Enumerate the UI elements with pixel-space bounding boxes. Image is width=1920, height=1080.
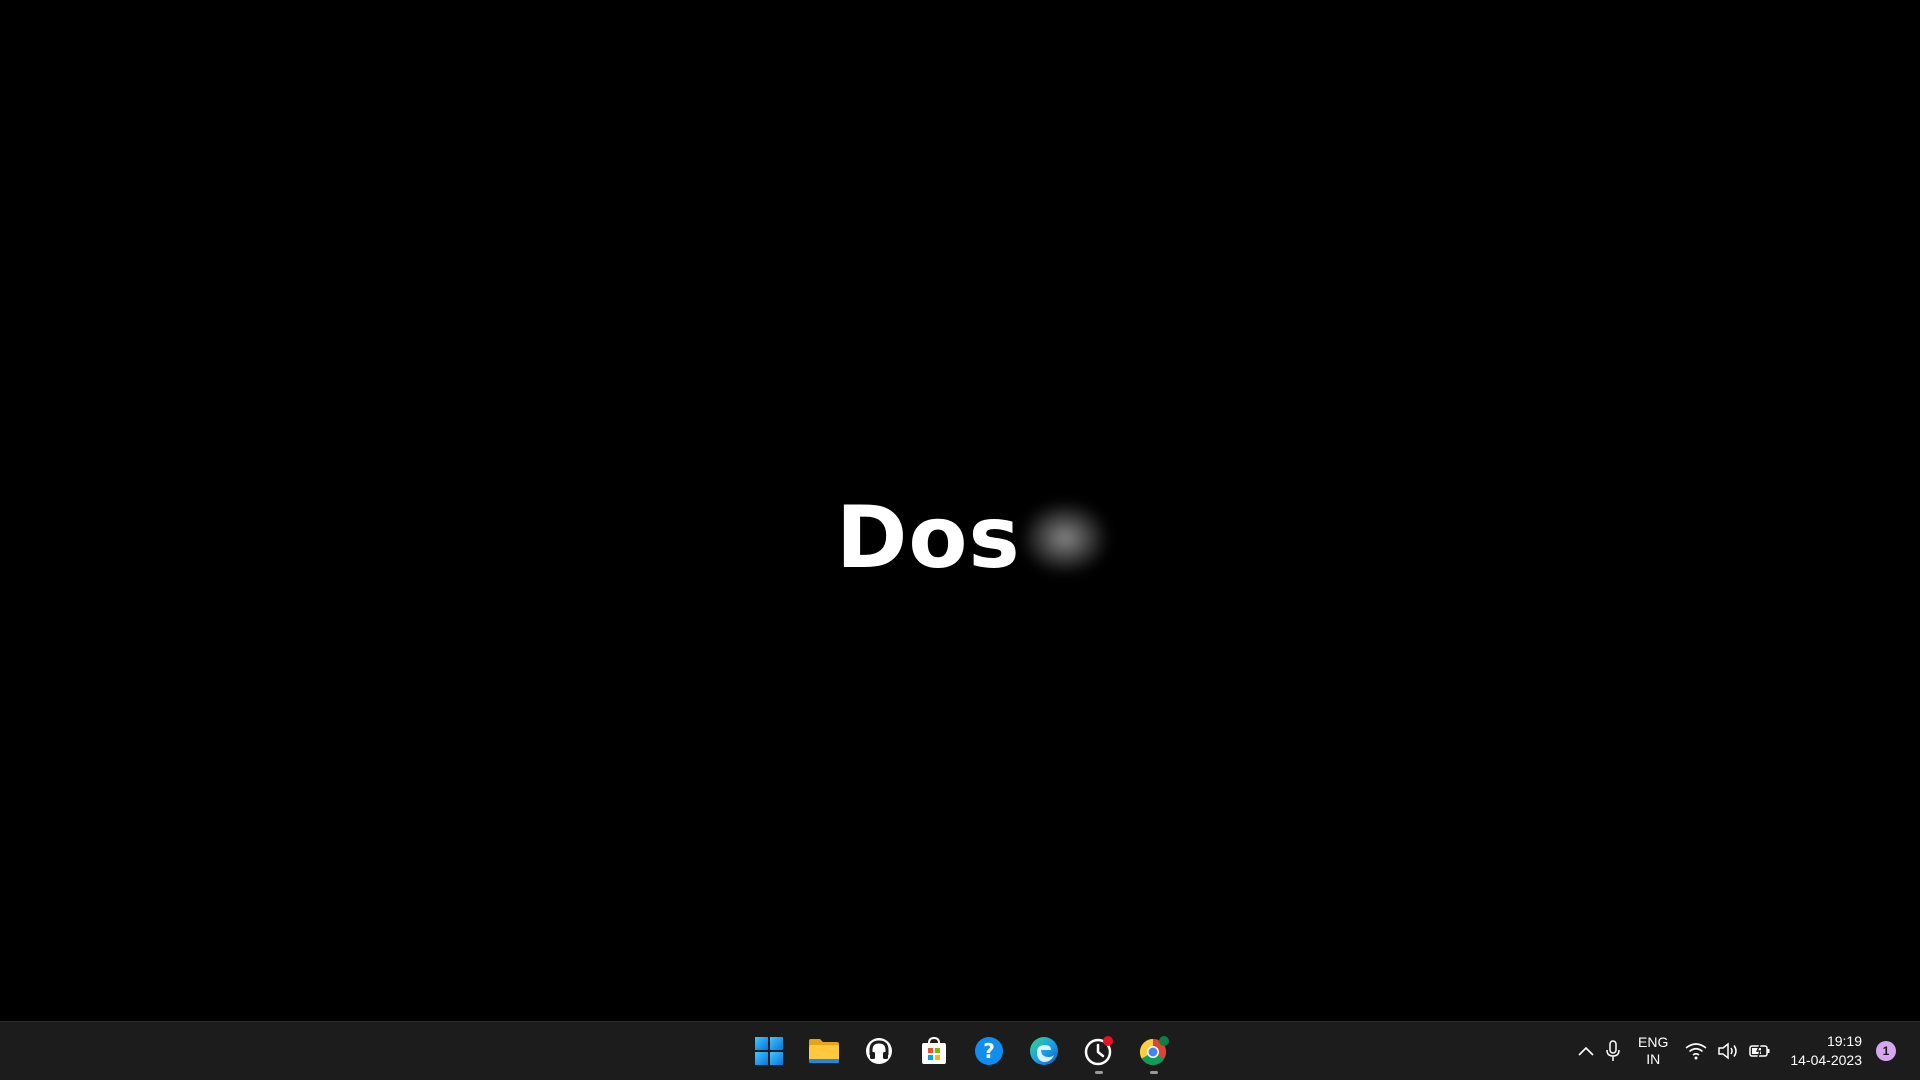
- volume-button[interactable]: [1717, 1031, 1739, 1071]
- chrome-button[interactable]: [1130, 1027, 1178, 1075]
- folder-icon: [809, 1039, 839, 1063]
- microphone-button[interactable]: [1605, 1031, 1621, 1071]
- chevron-up-icon: [1578, 1046, 1594, 1056]
- battery-charging-icon: [1749, 1044, 1770, 1058]
- file-explorer-button[interactable]: [800, 1027, 848, 1075]
- language-code: ENG: [1638, 1034, 1669, 1050]
- region-code: IN: [1646, 1051, 1661, 1067]
- notification-center-badge[interactable]: 1: [1876, 1041, 1896, 1061]
- show-hidden-icons-button[interactable]: [1577, 1031, 1595, 1071]
- svg-text:?: ?: [983, 1039, 995, 1063]
- input-language-button[interactable]: ENG IN: [1638, 1031, 1668, 1071]
- splash-animation-text: Dos: [836, 488, 1107, 588]
- edge-button[interactable]: [1020, 1027, 1068, 1075]
- battery-button[interactable]: [1749, 1031, 1771, 1071]
- clock-app-button[interactable]: [1075, 1027, 1123, 1075]
- get-help-button[interactable]: ?: [965, 1027, 1013, 1075]
- windows-logo-icon: [755, 1037, 783, 1065]
- microphone-icon: [1606, 1040, 1620, 1061]
- clock-app-icon: [1084, 1036, 1113, 1066]
- start-button[interactable]: [745, 1027, 793, 1075]
- taskbar-apps: ?: [745, 1022, 1178, 1080]
- headset-icon: [866, 1038, 892, 1064]
- network-button[interactable]: [1685, 1031, 1707, 1071]
- store-icon: [922, 1036, 946, 1064]
- notification-count: 1: [1882, 1044, 1890, 1058]
- speaker-icon: [1718, 1042, 1738, 1060]
- running-indicator: [1150, 1071, 1158, 1074]
- chrome-icon: [1139, 1036, 1169, 1066]
- clock-time: 19:19: [1826, 1033, 1862, 1049]
- headset-app-button[interactable]: [855, 1027, 903, 1075]
- splash-text-blur: [1022, 503, 1107, 573]
- microsoft-store-button[interactable]: [910, 1027, 958, 1075]
- splash-text-visible: Dos: [836, 488, 1021, 588]
- taskbar: ? ENG IN 19:19 14-04-2023 1: [0, 1021, 1920, 1080]
- help-icon: ?: [975, 1037, 1003, 1065]
- running-indicator: [1095, 1071, 1103, 1074]
- clock-date: 14-04-2023: [1790, 1052, 1862, 1068]
- clock-button[interactable]: 19:19 14-04-2023: [1790, 1031, 1862, 1071]
- wifi-icon: [1685, 1043, 1707, 1060]
- edge-icon: [1030, 1037, 1058, 1065]
- desktop: Dos: [0, 0, 1920, 1021]
- system-tray: ENG IN 19:19 14-04-2023 1: [1572, 1022, 1920, 1080]
